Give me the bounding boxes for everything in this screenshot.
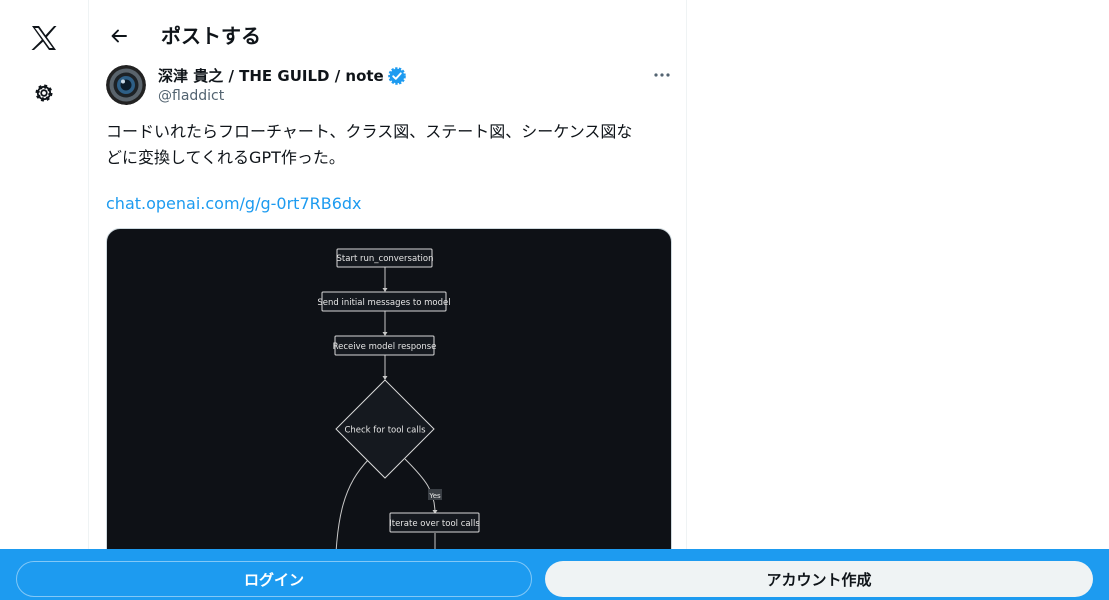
author-name[interactable]: 深津 貴之 / THE GUILD / note	[158, 66, 384, 86]
flow-node-receive: Receive model response	[333, 342, 437, 352]
post-header: ポストする	[89, 14, 686, 58]
verified-badge-icon	[387, 67, 406, 85]
gear-icon[interactable]	[24, 73, 64, 113]
signup-banner: ログイン アカウント作成	[0, 549, 1109, 600]
tweet-text-line: コードいれたらフローチャート、クラス図、ステート図、シーケンス図な	[106, 122, 633, 141]
flow-node-check: Check for tool calls	[344, 426, 426, 436]
x-logo-icon[interactable]	[24, 18, 64, 58]
back-arrow-icon[interactable]	[101, 18, 137, 54]
flow-edge-yes: Yes	[428, 492, 441, 500]
page-title: ポストする	[161, 24, 261, 48]
tweet-link[interactable]: chat.openai.com/g/g-0rt7RB6dx	[106, 193, 362, 215]
tweet-text: コードいれたらフローチャート、クラス図、ステート図、シーケンス図な どに変換して…	[106, 119, 676, 171]
author-name-row: 深津 貴之 / THE GUILD / note	[158, 66, 406, 86]
flow-node-start: Start run_conversation	[337, 254, 434, 264]
create-account-button[interactable]: アカウント作成	[545, 561, 1093, 597]
login-button[interactable]: ログイン	[16, 561, 532, 597]
avatar[interactable]	[106, 65, 146, 105]
flow-node-iterate: Iterate over tool calls	[389, 519, 480, 529]
post-column: ポストする 深津 貴之 / THE GUILD / note @fladdict	[88, 0, 687, 600]
flowchart-image[interactable]: Start run_conversation Send initial mess…	[106, 228, 672, 588]
left-rail	[0, 0, 88, 600]
flow-node-send: Send initial messages to model	[317, 298, 450, 308]
more-dots-icon[interactable]	[648, 64, 676, 86]
author-handle[interactable]: @fladdict	[158, 87, 224, 105]
tweet-text-line: どに変換してくれるGPT作った。	[106, 148, 345, 167]
